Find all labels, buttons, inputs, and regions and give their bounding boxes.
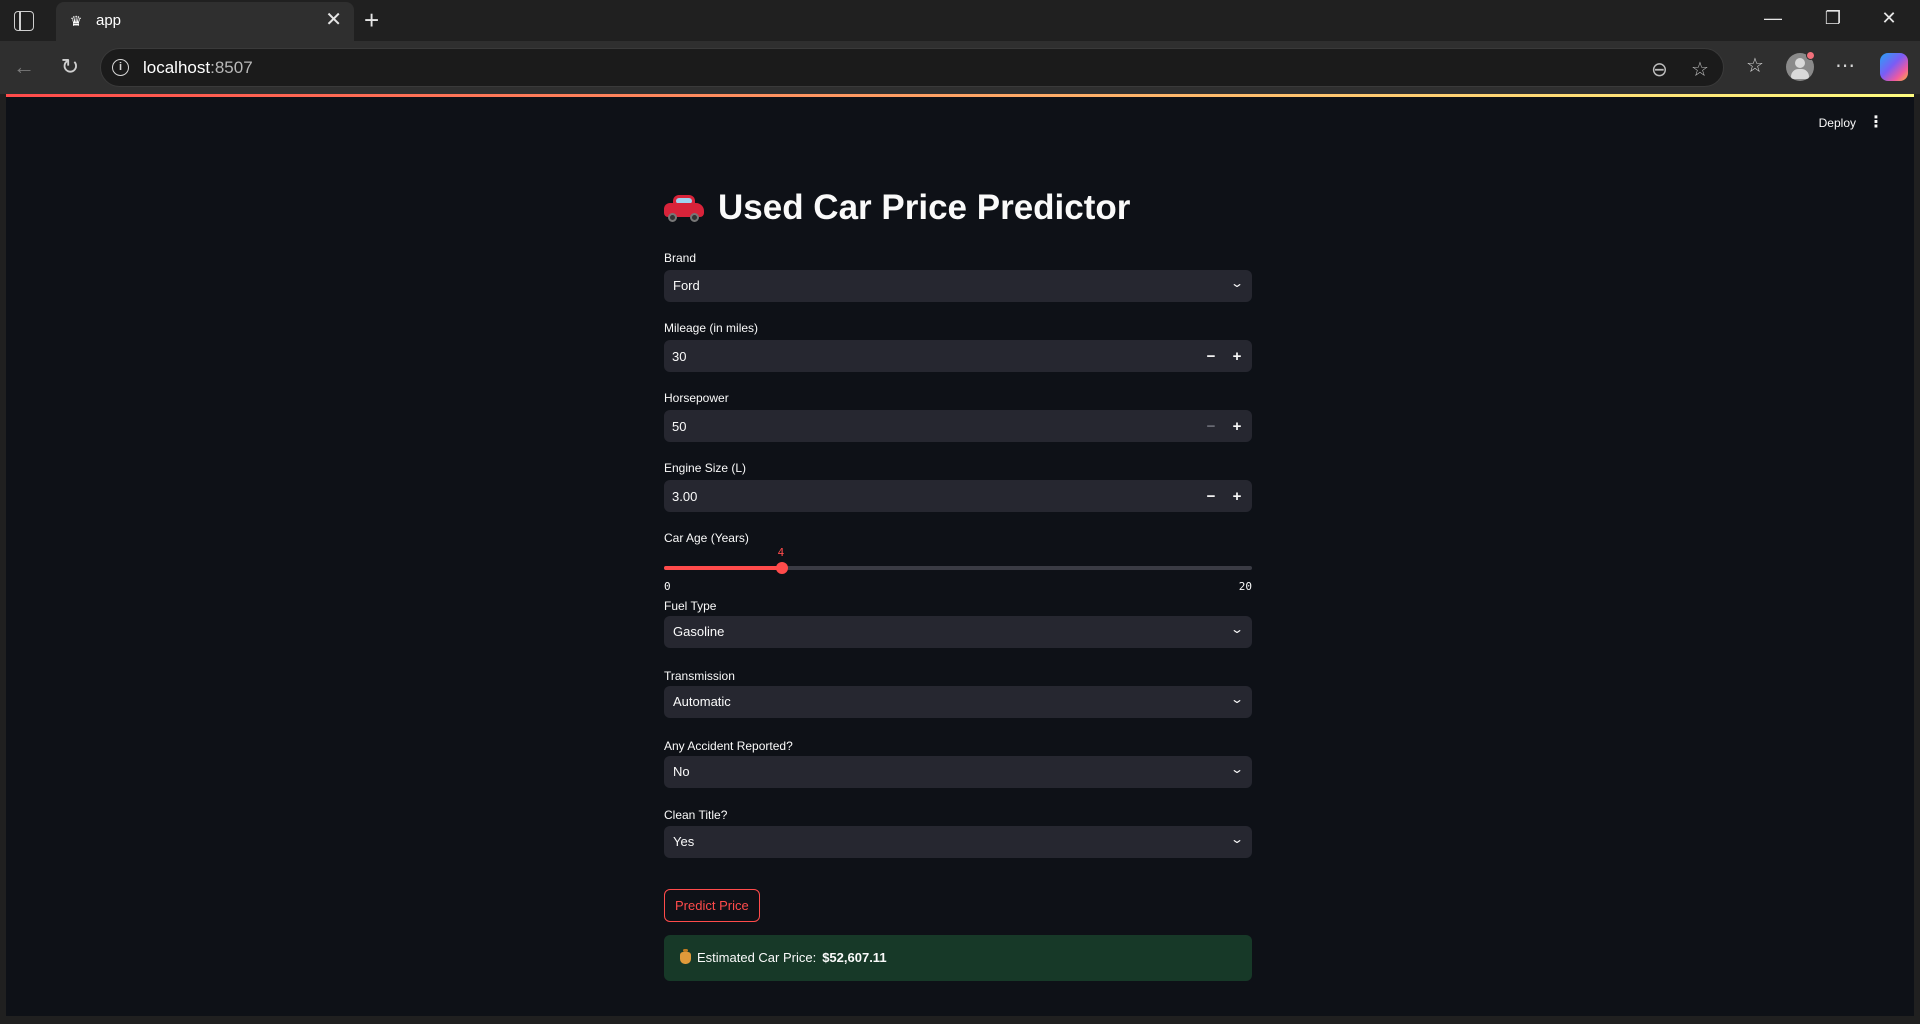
- brand-select[interactable]: Ford ⌄: [664, 270, 1252, 302]
- transmission-label: Transmission: [664, 669, 735, 683]
- streamlit-crown-icon: ♛: [69, 13, 83, 29]
- zoom-icon[interactable]: ⊖: [1651, 57, 1668, 82]
- engine-size-decrement-button[interactable]: −: [1199, 486, 1223, 508]
- page-title-text: Used Car Price Predictor: [718, 188, 1131, 227]
- slider-thumb[interactable]: [775, 562, 788, 574]
- deploy-button[interactable]: Deploy: [1819, 116, 1856, 130]
- fuel-type-label: Fuel Type: [664, 599, 717, 613]
- clean-title-value: Yes: [673, 834, 695, 849]
- transmission-select[interactable]: Automatic ⌄: [664, 686, 1252, 718]
- horsepower-input[interactable]: 50 − +: [664, 410, 1252, 442]
- mileage-label: Mileage (in miles): [664, 321, 759, 335]
- car-age-label: Car Age (Years): [664, 531, 749, 545]
- brand-label: Brand: [664, 251, 697, 265]
- result-amount: $52,607.11: [822, 950, 887, 965]
- chevron-down-icon: ⌄: [1229, 276, 1245, 290]
- app-viewport: Deploy ⋮ Used Car Price Predictor Brand …: [6, 94, 1914, 1016]
- chevron-down-icon: ⌄: [1229, 762, 1245, 776]
- clean-title-label: Clean Title?: [664, 808, 728, 822]
- favorite-star-icon[interactable]: ☆: [1691, 57, 1709, 82]
- chevron-down-icon: ⌄: [1229, 832, 1245, 846]
- horsepower-decrement-button[interactable]: −: [1199, 416, 1223, 438]
- main-menu-icon[interactable]: ⋮: [1868, 112, 1884, 132]
- accident-value: No: [673, 764, 690, 779]
- result-alert: Estimated Car Price: $52,607.11: [664, 935, 1252, 981]
- fuel-type-value: Gasoline: [673, 624, 725, 639]
- slider-fill: [664, 566, 782, 570]
- minimize-icon[interactable]: —: [1750, 8, 1796, 29]
- brand-value: Ford: [673, 278, 700, 293]
- transmission-value: Automatic: [673, 694, 731, 709]
- predict-price-button[interactable]: Predict Price: [664, 889, 760, 922]
- browser-toolbar: ← ↻ i localhost:8507 ⊖ ☆ ☆ ⋯: [0, 41, 1920, 94]
- tab-title: app: [96, 12, 122, 29]
- engine-size-input[interactable]: 3.00 − +: [664, 480, 1252, 512]
- refresh-icon[interactable]: ↻: [54, 53, 86, 81]
- copilot-icon[interactable]: [1880, 53, 1908, 81]
- horsepower-label: Horsepower: [664, 391, 729, 405]
- fuel-type-select[interactable]: Gasoline ⌄: [664, 616, 1252, 648]
- engine-size-increment-button[interactable]: +: [1225, 486, 1249, 508]
- close-tab-icon[interactable]: ✕: [325, 10, 342, 30]
- slider-min-label: 0: [664, 580, 671, 593]
- close-window-icon[interactable]: ✕: [1866, 8, 1912, 29]
- accident-label: Any Accident Reported?: [664, 739, 793, 753]
- address-bar[interactable]: i localhost:8507 ⊖ ☆: [100, 48, 1724, 87]
- result-label: Estimated Car Price:: [697, 950, 817, 965]
- page-title: Used Car Price Predictor: [664, 188, 1130, 228]
- slider-max-label: 20: [1238, 580, 1252, 593]
- more-options-icon[interactable]: ⋯: [1830, 53, 1860, 78]
- money-bag-icon: [680, 948, 691, 964]
- slider-current-value: 4: [777, 546, 785, 559]
- accident-select[interactable]: No ⌄: [664, 756, 1252, 788]
- mileage-decrement-button[interactable]: −: [1199, 346, 1223, 368]
- back-icon[interactable]: ←: [8, 53, 40, 81]
- chevron-down-icon: ⌄: [1229, 622, 1245, 636]
- clean-title-select[interactable]: Yes ⌄: [664, 826, 1252, 858]
- mileage-increment-button[interactable]: +: [1225, 346, 1249, 368]
- car-age-slider[interactable]: [664, 562, 1252, 574]
- browser-titlebar: ♛ app ✕ + — ❐ ✕: [0, 0, 1920, 41]
- browser-tab[interactable]: ♛ app ✕: [56, 2, 354, 41]
- mileage-input[interactable]: 30 − +: [664, 340, 1252, 372]
- restore-icon[interactable]: ❐: [1810, 8, 1856, 29]
- url-text: localhost:8507: [143, 58, 253, 77]
- notification-dot: [1806, 51, 1815, 60]
- mileage-value: 30: [672, 349, 687, 364]
- horsepower-increment-button[interactable]: +: [1225, 416, 1249, 438]
- new-tab-icon[interactable]: +: [364, 6, 379, 34]
- tab-actions-icon[interactable]: [14, 11, 34, 31]
- horsepower-value: 50: [672, 419, 687, 434]
- engine-size-label: Engine Size (L): [664, 461, 747, 475]
- favorites-icon[interactable]: ☆: [1740, 53, 1770, 78]
- engine-size-value: 3.00: [672, 489, 698, 504]
- header-decoration: [6, 94, 1914, 97]
- chevron-down-icon: ⌄: [1229, 692, 1245, 706]
- car-icon: [664, 195, 704, 222]
- site-info-icon[interactable]: i: [112, 59, 129, 76]
